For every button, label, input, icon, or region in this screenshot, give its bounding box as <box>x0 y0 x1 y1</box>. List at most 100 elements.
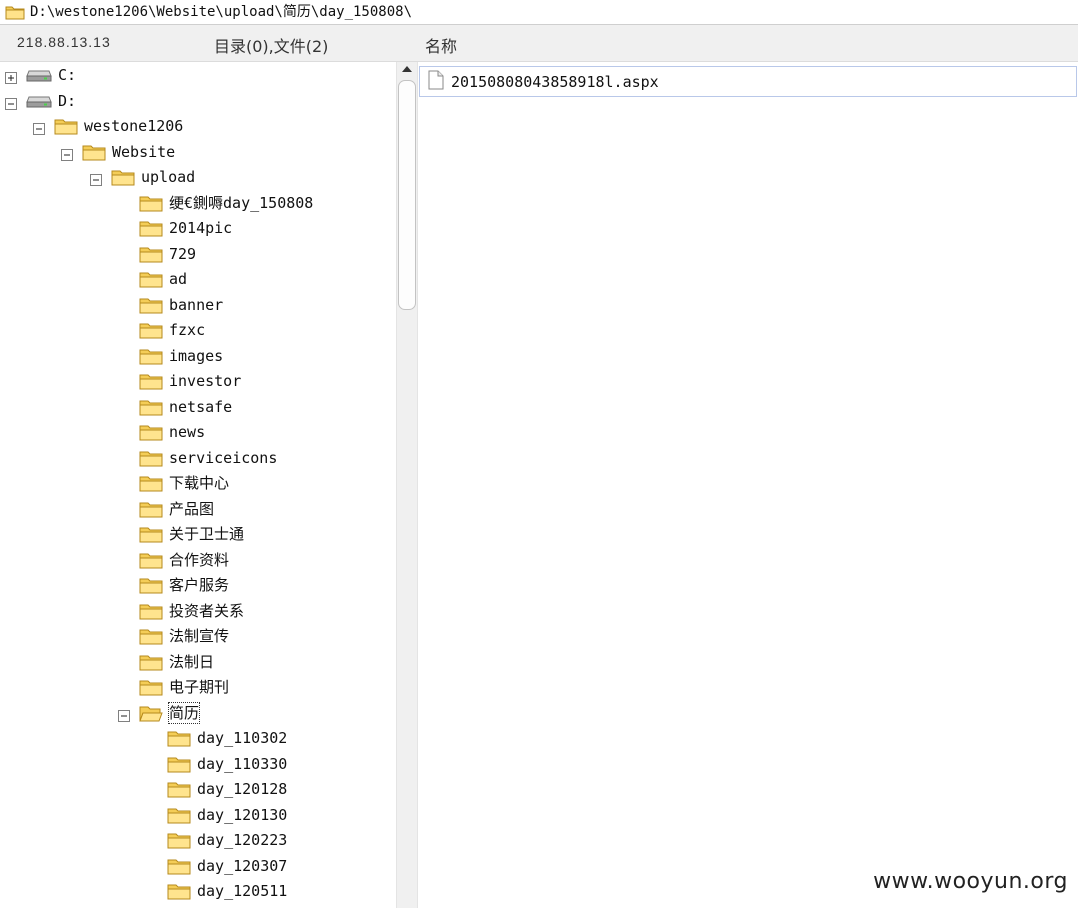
tree-node-label: 法制宣传 <box>169 627 230 645</box>
tree-node[interactable]: Website <box>61 141 175 163</box>
folder-icon <box>139 500 163 518</box>
folder-icon <box>139 653 163 671</box>
folder-icon <box>139 321 163 339</box>
tree-node[interactable]: westone1206 <box>33 115 183 137</box>
file-list-item[interactable]: 20150808043858918l.aspx <box>419 66 1077 97</box>
folder-icon <box>139 474 163 492</box>
tree-node[interactable]: 合作资料 <box>118 549 229 571</box>
folder-icon <box>167 831 191 849</box>
tree-node[interactable]: day_120511 <box>146 880 287 902</box>
tree-node[interactable]: investor <box>118 370 241 392</box>
scroll-up-arrow-icon[interactable] <box>402 66 412 72</box>
hard-drive-icon <box>26 68 52 82</box>
folder-icon <box>5 4 25 24</box>
tree-node[interactable]: serviceicons <box>118 447 277 469</box>
folder-icon <box>167 806 191 824</box>
tree-node[interactable]: 客户服务 <box>118 574 229 596</box>
tree-node-label: day_110330 <box>197 754 288 773</box>
tree-node[interactable]: 2014pic <box>118 217 232 239</box>
expand-plus-icon[interactable] <box>5 69 17 84</box>
tree-node-label: serviceicons <box>169 448 278 467</box>
column-header: 218.88.13.13 目录(0),文件(2) 名称 <box>0 25 1078 62</box>
tree-node[interactable]: C: <box>5 64 76 86</box>
folder-icon <box>139 372 163 390</box>
collapse-minus-icon[interactable] <box>33 120 45 135</box>
tree-scrollbar[interactable] <box>396 62 418 908</box>
folder-icon <box>139 423 163 441</box>
tree-node[interactable]: 电子期刊 <box>118 676 229 698</box>
tree-node-label: 2014pic <box>169 219 233 237</box>
tree-node-label: day_120128 <box>197 780 288 798</box>
tree-node-label: day_120130 <box>197 805 288 824</box>
tree-node-label: 合作资料 <box>169 550 230 569</box>
tree-node-label: 客户服务 <box>169 576 230 594</box>
tree-node-label: 729 <box>169 244 197 263</box>
tree-node[interactable]: news <box>118 421 205 443</box>
tree-node[interactable]: ad <box>118 268 187 290</box>
tree-node[interactable]: day_120223 <box>146 829 287 851</box>
collapse-minus-icon[interactable] <box>90 171 102 186</box>
tree-node[interactable]: images <box>118 345 223 367</box>
tree-node[interactable]: day_120130 <box>146 804 287 826</box>
folder-icon <box>139 194 163 212</box>
collapse-minus-icon[interactable] <box>118 707 130 722</box>
tree-node-label: 法制日 <box>169 652 215 671</box>
tree-node[interactable]: 法制宣传 <box>118 625 229 647</box>
tree-node[interactable]: banner <box>118 294 223 316</box>
folder-icon <box>139 627 163 645</box>
tree-node-label: 简历 <box>167 701 201 724</box>
tree-node[interactable]: 产品图 <box>118 498 214 520</box>
tree-node-label: day_120223 <box>197 831 288 849</box>
name-column-header[interactable]: 名称 <box>425 33 457 57</box>
folder-open-icon <box>139 704 163 722</box>
folder-icon <box>54 117 78 135</box>
file-name: 20150808043858918l.aspx <box>451 72 659 91</box>
tree-node[interactable]: upload <box>90 166 195 188</box>
hard-drive-icon <box>26 94 52 108</box>
tree-node-label: upload <box>141 168 196 186</box>
tree-node[interactable]: day_110302 <box>146 727 287 749</box>
folder-icon <box>139 678 163 696</box>
current-path[interactable]: D:\westone1206\Website\upload\简历\day_150… <box>30 3 412 21</box>
tree-node[interactable]: day_120128 <box>146 778 287 800</box>
tree-node[interactable]: 关于卫士通 <box>118 523 244 545</box>
folder-icon <box>167 857 191 875</box>
tree-node[interactable]: 简历 <box>118 701 201 724</box>
tree-node-label: 电子期刊 <box>169 678 230 696</box>
tree-node[interactable]: day_120307 <box>146 855 287 877</box>
tree-node[interactable]: 下载中心 <box>118 472 229 494</box>
tree-node-label: westone1206 <box>84 117 184 135</box>
collapse-minus-icon[interactable] <box>5 95 17 110</box>
folder-icon <box>139 602 163 620</box>
tree-node-label: netsafe <box>169 397 233 416</box>
tree-node[interactable]: 投资者关系 <box>118 600 244 622</box>
tree-node[interactable]: 法制日 <box>118 651 214 673</box>
path-bar: D:\westone1206\Website\upload\简历\day_150… <box>0 0 1078 25</box>
tree-node[interactable]: fzxc <box>118 319 205 341</box>
collapse-minus-icon[interactable] <box>61 146 73 161</box>
scroll-thumb[interactable] <box>398 80 416 310</box>
tree-node[interactable]: day_110330 <box>146 753 287 775</box>
watermark: www.wooyun.org <box>873 869 1068 894</box>
tree-node[interactable]: 729 <box>118 243 196 265</box>
tree-node[interactable]: netsafe <box>118 396 232 418</box>
tree-node[interactable]: 绠€鍘嗕day_150808 <box>118 192 313 214</box>
folder-icon <box>167 755 191 773</box>
tree-node[interactable]: D: <box>5 90 76 112</box>
